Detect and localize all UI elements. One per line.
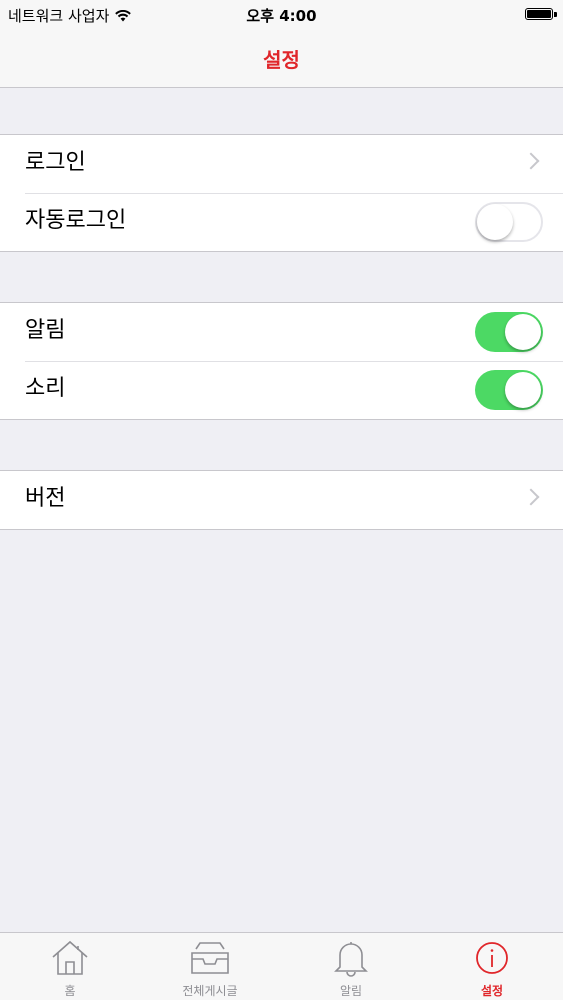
row-label-notification: 알림 — [25, 318, 66, 343]
toggle-knob — [477, 204, 513, 240]
row-sound: 소리 — [0, 361, 563, 419]
chevron-right-icon — [522, 488, 540, 506]
status-time: 오후 4:00 — [246, 7, 317, 25]
status-bar: 네트워크 사업자 오후 4:00 — [0, 0, 563, 30]
toggle-knob — [505, 372, 541, 408]
battery-icon — [525, 8, 553, 20]
row-notification: 알림 — [0, 303, 563, 361]
row-label-auto-login: 자동로그인 — [25, 208, 127, 233]
settings-group-info: 버전 — [0, 470, 563, 530]
battery-tip — [554, 12, 557, 17]
tab-all-posts[interactable]: 전체게시글 — [140, 933, 280, 1000]
page-title: 설정 — [263, 48, 300, 72]
tab-label-all-posts: 전체게시글 — [182, 984, 238, 998]
row-label-login: 로그인 — [25, 150, 86, 175]
notification-toggle[interactable] — [475, 312, 543, 352]
tab-label-settings: 설정 — [480, 984, 504, 998]
row-label-sound: 소리 — [25, 376, 66, 401]
row-label-version: 버전 — [25, 486, 66, 511]
home-icon — [52, 940, 88, 975]
inbox-icon — [191, 942, 229, 974]
bell-icon — [334, 942, 368, 977]
tab-label-notifications: 알림 — [339, 984, 363, 998]
tab-bar: 홈 전체게시글 알림 설정 — [0, 932, 563, 1000]
tab-notifications[interactable]: 알림 — [281, 933, 421, 1000]
row-auto-login: 자동로그인 — [0, 193, 563, 251]
tab-settings[interactable]: 설정 — [422, 933, 562, 1000]
info-icon — [476, 942, 508, 974]
chevron-right-icon — [522, 152, 540, 170]
tab-label-home: 홈 — [64, 984, 76, 998]
auto-login-toggle[interactable] — [475, 202, 543, 242]
sound-toggle[interactable] — [475, 370, 543, 410]
settings-group-account: 로그인 자동로그인 — [0, 134, 563, 252]
tab-home[interactable]: 홈 — [0, 933, 140, 1000]
row-login[interactable]: 로그인 — [0, 135, 563, 193]
settings-group-notification: 알림 소리 — [0, 302, 563, 420]
toggle-knob — [505, 314, 541, 350]
navigation-bar: 설정 — [0, 30, 563, 88]
row-version[interactable]: 버전 — [0, 471, 563, 529]
